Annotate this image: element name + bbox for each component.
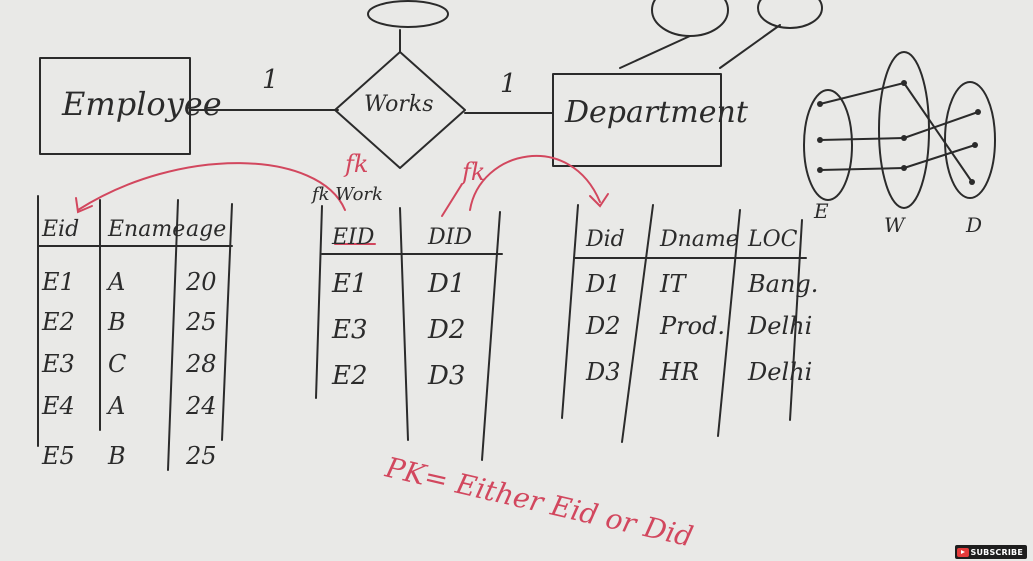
primary-key-note: PK= Either Eid or Did (381, 450, 696, 553)
works-table-cell: E2 (331, 361, 368, 391)
department-entity-label: Department (564, 95, 749, 130)
fk-arrowhead-employee (75, 197, 93, 214)
subscribe-button[interactable]: SUBSCRIBE (954, 545, 1027, 559)
works-table-title: fk Work (310, 184, 383, 205)
attribute-link (619, 35, 691, 69)
department-header-cell: Dname (659, 227, 739, 252)
right-cardinality: 1 (500, 69, 517, 99)
set-e-label: E (813, 199, 829, 223)
department-header-cell: LOC (747, 227, 798, 252)
employee-header-cell: Eid (41, 217, 79, 242)
youtube-play-icon (956, 547, 969, 557)
employee-table-cell: E1 (41, 268, 75, 296)
works-table-cell: D3 (427, 361, 465, 391)
works-header-cell: DID (427, 225, 472, 250)
department-table-cell: Delhi (747, 358, 812, 386)
works-relationship-label: Works (364, 92, 434, 117)
works-table-cell: E3 (331, 315, 368, 345)
works-table-cell: D1 (427, 269, 465, 299)
department-table-cell: Bang. (747, 270, 818, 298)
employee-table-cell: B (107, 442, 126, 470)
fk-label-did: fk (460, 158, 485, 186)
employee-table-cell: A (106, 268, 125, 296)
employee-table-cell: B (107, 308, 126, 336)
employee-table-cell: E2 (41, 308, 75, 336)
set-w-label: W (884, 213, 906, 237)
fk-arrow-to-employee (77, 162, 346, 211)
department-table-cell: Delhi (747, 312, 812, 340)
employee-table-cell: 25 (185, 442, 217, 470)
whiteboard: Employee 1 Works 1 Department E W D fk f… (37, 0, 996, 554)
department-table-cell: HR (659, 358, 699, 386)
attribute-ellipse (757, 0, 823, 29)
left-cardinality: 1 (262, 65, 279, 95)
employee-table-cell: 25 (185, 308, 217, 336)
subscribe-label: SUBSCRIBE (970, 547, 1023, 557)
fk-arrow-to-department (469, 154, 601, 211)
employee-table-cell: E5 (41, 442, 75, 470)
set-d-label: D (965, 213, 982, 237)
attribute-link (719, 24, 781, 69)
attribute-ellipse (651, 0, 729, 37)
department-table-cell: D1 (585, 270, 621, 298)
department-table-cell: D2 (585, 312, 621, 340)
set-e-ellipse (803, 89, 853, 201)
employee-table-cell: 20 (185, 268, 217, 296)
employee-table-cell: A (106, 392, 125, 420)
works-table-cell: D2 (427, 315, 465, 345)
department-header-cell: Did (585, 227, 625, 252)
employee-header-cell: age (186, 217, 226, 242)
department-table-cell: D3 (585, 358, 621, 386)
works-table-cell: E1 (331, 269, 368, 299)
fk-label-eid: fk (343, 150, 368, 178)
works-header-cell: EID (331, 225, 375, 250)
fk-pointer (441, 183, 463, 217)
employee-table-cell: 24 (185, 392, 217, 420)
employee-table-cell: E3 (41, 350, 75, 378)
mapping-lines (819, 82, 979, 183)
employee-header-cell: Ename (107, 217, 185, 242)
department-table-cell: Prod. (659, 312, 725, 340)
attribute-ellipse (367, 0, 449, 28)
employee-table-cell: 28 (185, 350, 217, 378)
department-table-cell: IT (659, 270, 687, 298)
employee-table-cell: E4 (41, 392, 75, 420)
employee-table-cell: C (108, 350, 126, 378)
set-w-ellipse (878, 51, 930, 209)
employee-entity-label: Employee (61, 85, 222, 123)
